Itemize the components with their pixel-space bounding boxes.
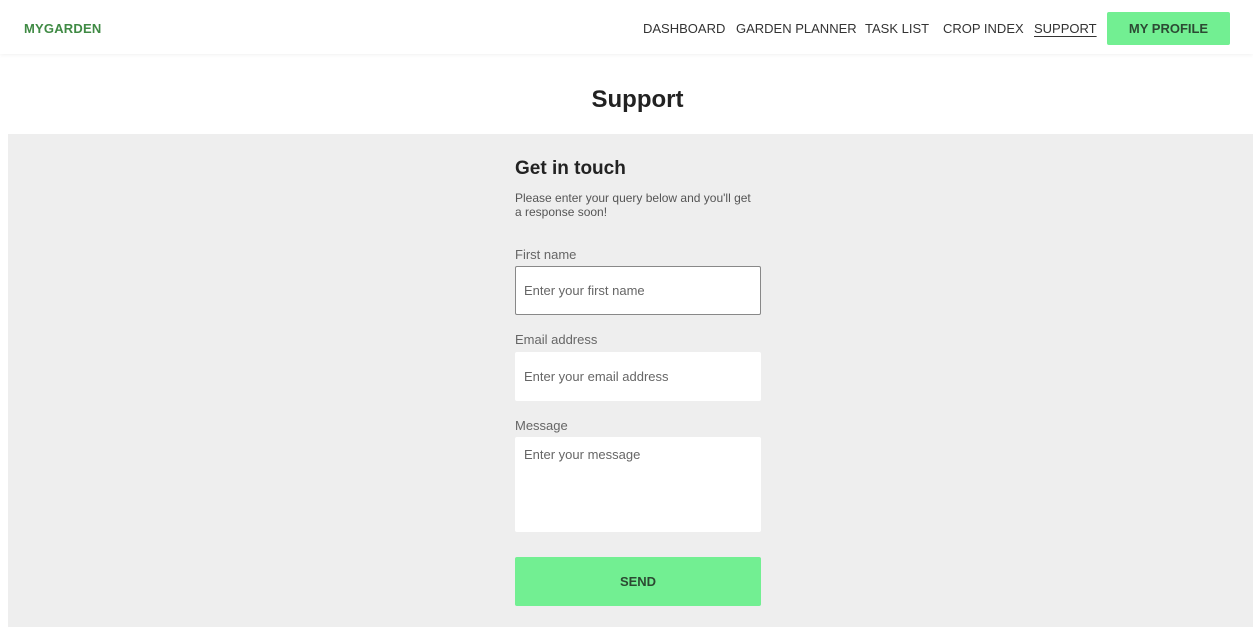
message-label: Message xyxy=(515,418,568,433)
form-description: Please enter your query below and you'll… xyxy=(515,191,751,219)
page-title: Support xyxy=(591,86,684,113)
message-textarea[interactable] xyxy=(515,437,761,532)
top-navbar: MYGARDEN DASHBOARD GARDEN PLANNER TASK L… xyxy=(0,0,1253,54)
form-heading: Get in touch xyxy=(515,158,626,179)
send-button[interactable]: SEND xyxy=(515,557,761,606)
nav-link-dashboard[interactable]: DASHBOARD xyxy=(643,21,725,36)
nav-link-crop-index[interactable]: CROP INDEX xyxy=(943,21,1024,36)
first-name-label: First name xyxy=(515,247,577,262)
email-input[interactable] xyxy=(515,352,761,401)
nav-link-garden-planner[interactable]: GARDEN PLANNER xyxy=(736,21,857,36)
email-label: Email address xyxy=(515,332,598,347)
nav-link-task-list[interactable]: TASK LIST xyxy=(865,21,929,36)
first-name-input[interactable] xyxy=(515,266,761,315)
nav-link-support[interactable]: SUPPORT xyxy=(1034,21,1097,36)
brand-logo-link[interactable]: MYGARDEN xyxy=(24,21,101,36)
my-profile-button[interactable]: MY PROFILE xyxy=(1107,12,1230,45)
